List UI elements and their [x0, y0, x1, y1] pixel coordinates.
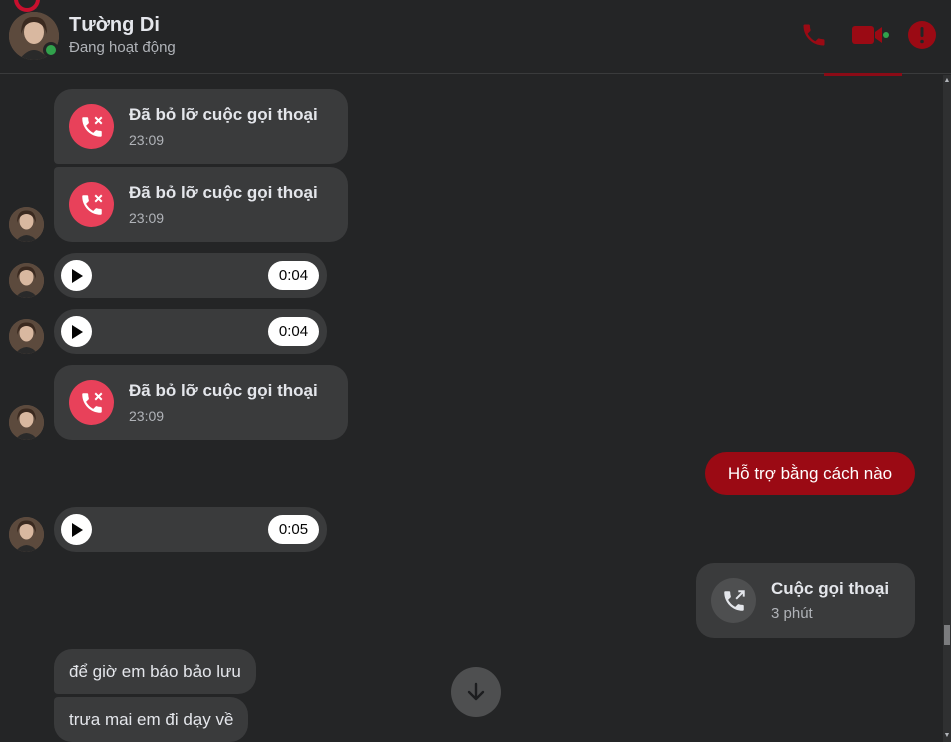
sender-avatar[interactable] — [9, 405, 44, 440]
sender-avatar[interactable] — [9, 263, 44, 298]
missed-call-icon — [69, 380, 114, 425]
video-call-button[interactable] — [850, 18, 892, 52]
conversation-info-button[interactable] — [905, 18, 939, 52]
play-icon — [71, 324, 83, 339]
sent-message[interactable]: Hỗ trợ bằng cách nào — [705, 452, 915, 495]
play-button[interactable] — [61, 316, 92, 347]
missed-call-time: 23:09 — [129, 132, 165, 148]
voice-duration: 0:04 — [268, 317, 319, 346]
voice-duration: 0:05 — [268, 515, 319, 544]
outgoing-call-title: Cuộc gọi thoại — [771, 579, 890, 598]
sender-avatar[interactable] — [9, 517, 44, 552]
message-list[interactable]: Đã bỏ lỡ cuộc gọi thoại 23:09 Đã bỏ lỡ c… — [0, 75, 943, 742]
missed-call-message[interactable]: Đã bỏ lỡ cuộc gọi thoại 23:09 — [54, 167, 348, 242]
outgoing-call-length: 3 phút — [771, 605, 813, 622]
missed-call-time: 23:09 — [129, 210, 165, 226]
play-button[interactable] — [61, 514, 92, 545]
outgoing-call-icon — [711, 578, 756, 623]
online-indicator — [43, 42, 59, 58]
arrow-down-icon — [467, 682, 485, 701]
chat-header: Tường Di Đang hoạt động — [0, 0, 951, 76]
contact-name[interactable]: Tường Di — [69, 14, 160, 37]
scroll-down-arrow[interactable]: ▼ — [943, 732, 951, 740]
scrollbar-thumb[interactable] — [944, 625, 950, 645]
missed-call-message[interactable]: Đã bỏ lỡ cuộc gọi thoại 23:09 — [54, 89, 348, 164]
notification-badge — [14, 0, 40, 12]
missed-call-message[interactable]: Đã bỏ lỡ cuộc gọi thoại 23:09 — [54, 365, 348, 440]
chat-scrollbar[interactable]: ▲ ▼ — [943, 75, 951, 742]
video-camera-icon — [852, 26, 889, 44]
missed-call-icon — [69, 104, 114, 149]
voice-duration: 0:04 — [268, 261, 319, 290]
play-icon — [71, 522, 83, 537]
voice-message[interactable]: 0:04 — [54, 253, 327, 298]
scroll-up-arrow[interactable]: ▲ — [943, 77, 951, 85]
info-icon — [908, 21, 936, 49]
received-message[interactable]: để giờ em báo bảo lưu — [54, 649, 256, 694]
contact-status: Đang hoạt động — [69, 39, 176, 56]
play-icon — [71, 268, 83, 283]
sender-avatar[interactable] — [9, 319, 44, 354]
scroll-to-bottom-button[interactable] — [451, 667, 501, 717]
sender-avatar[interactable] — [9, 207, 44, 242]
received-message[interactable]: trưa mai em đi dạy về — [54, 697, 249, 742]
missed-call-title: Đã bỏ lỡ cuộc gọi thoại — [129, 183, 318, 202]
play-button[interactable] — [61, 260, 92, 291]
voice-call-button[interactable] — [797, 18, 831, 52]
missed-call-icon — [69, 182, 114, 227]
voice-message[interactable]: 0:05 — [54, 507, 327, 552]
missed-call-title: Đã bỏ lỡ cuộc gọi thoại — [129, 105, 318, 124]
phone-icon — [803, 24, 825, 46]
voice-message[interactable]: 0:04 — [54, 309, 327, 354]
missed-call-title: Đã bỏ lỡ cuộc gọi thoại — [129, 381, 318, 400]
missed-call-time: 23:09 — [129, 408, 165, 424]
outgoing-call-message[interactable]: Cuộc gọi thoại 3 phút — [696, 563, 915, 638]
